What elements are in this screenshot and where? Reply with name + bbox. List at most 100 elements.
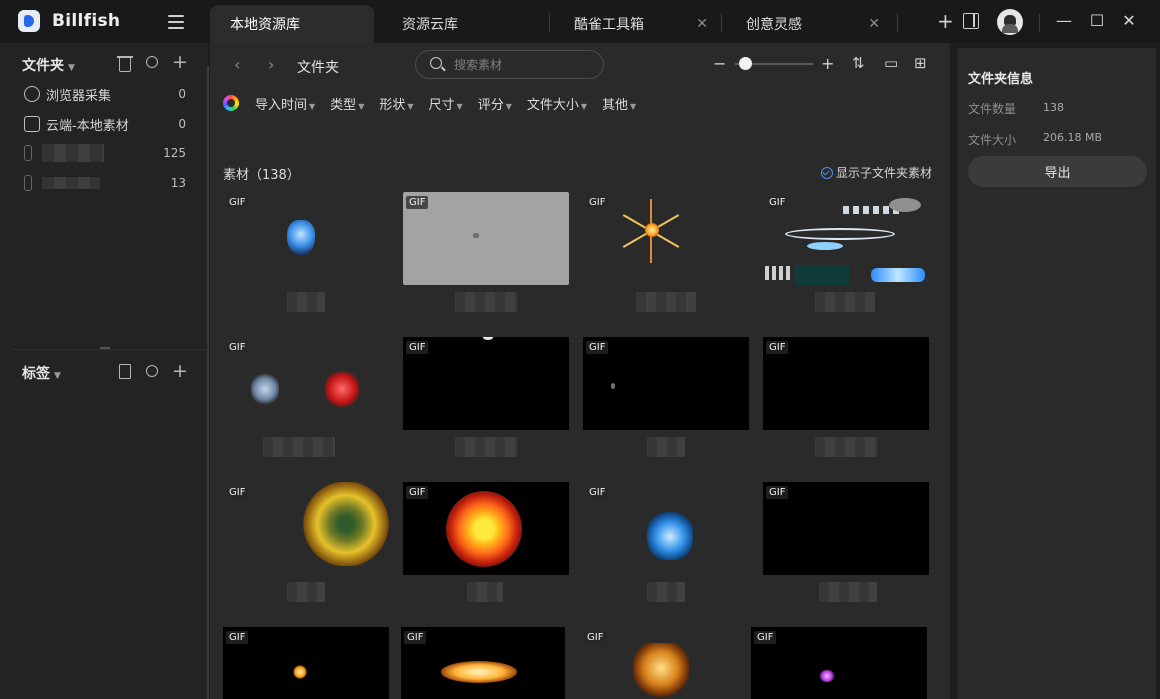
window-divider xyxy=(1039,14,1040,32)
gif-badge: GIF xyxy=(766,341,789,354)
forward-icon[interactable]: › xyxy=(268,55,274,74)
redacted-label xyxy=(42,177,100,189)
asset-card[interactable]: GIF xyxy=(583,482,749,602)
asset-card[interactable]: GIF xyxy=(751,627,927,699)
bookmark-icon[interactable] xyxy=(119,364,131,379)
maximize-icon[interactable]: ☐ xyxy=(1088,12,1106,30)
resize-handle[interactable] xyxy=(100,347,110,349)
asset-card[interactable]: GIF xyxy=(763,482,929,602)
asset-card[interactable]: GIF xyxy=(403,482,569,602)
redacted-filename xyxy=(455,437,517,457)
tab-divider xyxy=(549,14,550,32)
export-button[interactable]: 导出 xyxy=(968,156,1147,187)
gif-badge: GIF xyxy=(226,341,249,354)
filter-rating[interactable]: 评分 ▼ xyxy=(478,94,512,113)
redacted-filename xyxy=(455,292,517,312)
sidebar-item-count: 125 xyxy=(163,146,186,160)
filter-import-time[interactable]: 导入时间 ▼ xyxy=(255,94,315,113)
asset-card[interactable]: GIF xyxy=(403,192,569,312)
asset-card[interactable]: GIF xyxy=(223,482,389,602)
add-folder-icon[interactable]: + xyxy=(172,51,188,73)
zoom-slider-thumb[interactable] xyxy=(738,57,752,70)
gif-badge: GIF xyxy=(226,486,249,499)
menu-icon[interactable] xyxy=(168,15,184,29)
zoom-out-icon[interactable]: − xyxy=(713,54,726,73)
layout-icon[interactable]: ⊞ xyxy=(914,55,930,71)
tab-inspiration[interactable]: 创意灵感 ✕ xyxy=(726,5,892,43)
redacted-filename xyxy=(647,582,685,602)
sidebar-item-folder[interactable]: 13 xyxy=(24,173,190,193)
asset-card[interactable]: GIF xyxy=(583,192,749,312)
close-icon[interactable]: ✕ xyxy=(868,16,880,32)
asset-card[interactable]: GIF xyxy=(223,192,389,312)
filter-bar: 导入时间 ▼ 类型 ▼ 形状 ▼ 尺寸 ▼ 评分 ▼ 文件大小 ▼ 其他 ▼ xyxy=(223,93,636,113)
billfish-logo-icon xyxy=(18,10,40,32)
sidebar-splitter[interactable] xyxy=(207,66,209,699)
gif-badge: GIF xyxy=(406,196,429,209)
asset-card[interactable]: GIF xyxy=(583,337,749,457)
file-size-value: 206.18 MB xyxy=(1043,131,1103,144)
file-count-value: 138 xyxy=(1043,101,1064,114)
tags-header-label: 标签 xyxy=(22,366,50,382)
minimize-icon[interactable]: — xyxy=(1055,12,1073,30)
asset-card[interactable]: GIF xyxy=(763,192,929,312)
app-name: Billfish xyxy=(52,11,121,31)
sort-icon[interactable]: ⇅ xyxy=(852,55,868,71)
asset-card[interactable]: GIF xyxy=(403,337,569,457)
new-tab-icon[interactable]: + xyxy=(937,11,954,31)
redacted-filename xyxy=(263,437,335,457)
asset-card[interactable]: GIF xyxy=(223,627,389,699)
filter-file-size[interactable]: 文件大小 ▼ xyxy=(527,94,587,113)
asset-card[interactable]: GIF xyxy=(763,337,929,457)
add-tag-icon[interactable]: + xyxy=(172,360,188,382)
filter-label: 评分 xyxy=(477,97,504,113)
sidebar-item-browser-capture[interactable]: 浏览器采集 0 xyxy=(24,84,190,104)
redacted-filename xyxy=(815,437,877,457)
filter-size[interactable]: 尺寸 ▼ xyxy=(429,94,463,113)
tab-label: 酷雀工具箱 xyxy=(574,17,644,33)
color-filter-icon[interactable] xyxy=(223,95,239,111)
tab-local-library[interactable]: 本地资源库 xyxy=(210,5,374,43)
asset-card[interactable]: GIF xyxy=(581,627,747,699)
filter-shape[interactable]: 形状 ▼ xyxy=(379,94,413,113)
gif-badge: GIF xyxy=(766,486,789,499)
chevron-down-icon: ▼ xyxy=(54,371,61,381)
title-bar: Billfish 本地资源库 资源云库 酷雀工具箱 ✕ 创意灵感 ✕ + — ☐… xyxy=(0,0,1160,43)
show-subfolder-toggle[interactable]: 显示子文件夹素材 xyxy=(820,164,932,181)
tab-toolbox[interactable]: 酷雀工具箱 ✕ xyxy=(554,5,720,43)
folder-info-panel: 文件夹信息 文件数量 138 文件大小 206.18 MB 导出 xyxy=(958,48,1156,699)
search-box[interactable] xyxy=(415,50,604,79)
display-mode-icon[interactable]: ▭ xyxy=(884,55,900,71)
filter-type[interactable]: 类型 ▼ xyxy=(330,94,364,113)
sidebar-item-folder[interactable]: 125 xyxy=(24,143,190,163)
asset-card[interactable]: GIF xyxy=(223,337,389,457)
back-icon[interactable]: ‹ xyxy=(234,55,240,74)
tags-header[interactable]: 标签 ▼ xyxy=(22,363,61,383)
search-input[interactable] xyxy=(454,56,594,74)
avatar[interactable] xyxy=(997,9,1023,35)
sidebar-item-cloud-local[interactable]: 云端-本地素材 0 xyxy=(24,114,190,134)
search-icon[interactable] xyxy=(146,56,158,68)
tab-cloud-library[interactable]: 资源云库 xyxy=(382,5,548,43)
trash-icon[interactable] xyxy=(117,55,133,72)
close-icon[interactable]: ✕ xyxy=(696,16,708,32)
compass-icon xyxy=(24,86,40,102)
toggle-panel-icon[interactable] xyxy=(963,13,979,29)
search-icon[interactable] xyxy=(146,365,158,377)
chevron-down-icon: ▼ xyxy=(580,101,588,111)
tab-divider xyxy=(897,14,898,32)
folder-icon xyxy=(24,145,32,161)
sidebar-divider xyxy=(12,349,208,350)
gif-badge: GIF xyxy=(586,486,609,499)
search-icon xyxy=(430,57,442,69)
panel-title: 文件夹信息 xyxy=(968,72,1034,87)
sidebar-item-count: 13 xyxy=(170,176,186,190)
close-window-icon[interactable]: ✕ xyxy=(1120,12,1138,30)
sidebar-item-count: 0 xyxy=(178,117,186,131)
gif-badge: GIF xyxy=(586,196,609,209)
asset-card[interactable]: GIF xyxy=(401,627,565,699)
folders-header[interactable]: 文件夹 ▼ xyxy=(22,55,75,75)
folder-icon xyxy=(24,175,32,191)
zoom-in-icon[interactable]: + xyxy=(821,54,834,73)
filter-other[interactable]: 其他 ▼ xyxy=(602,94,636,113)
